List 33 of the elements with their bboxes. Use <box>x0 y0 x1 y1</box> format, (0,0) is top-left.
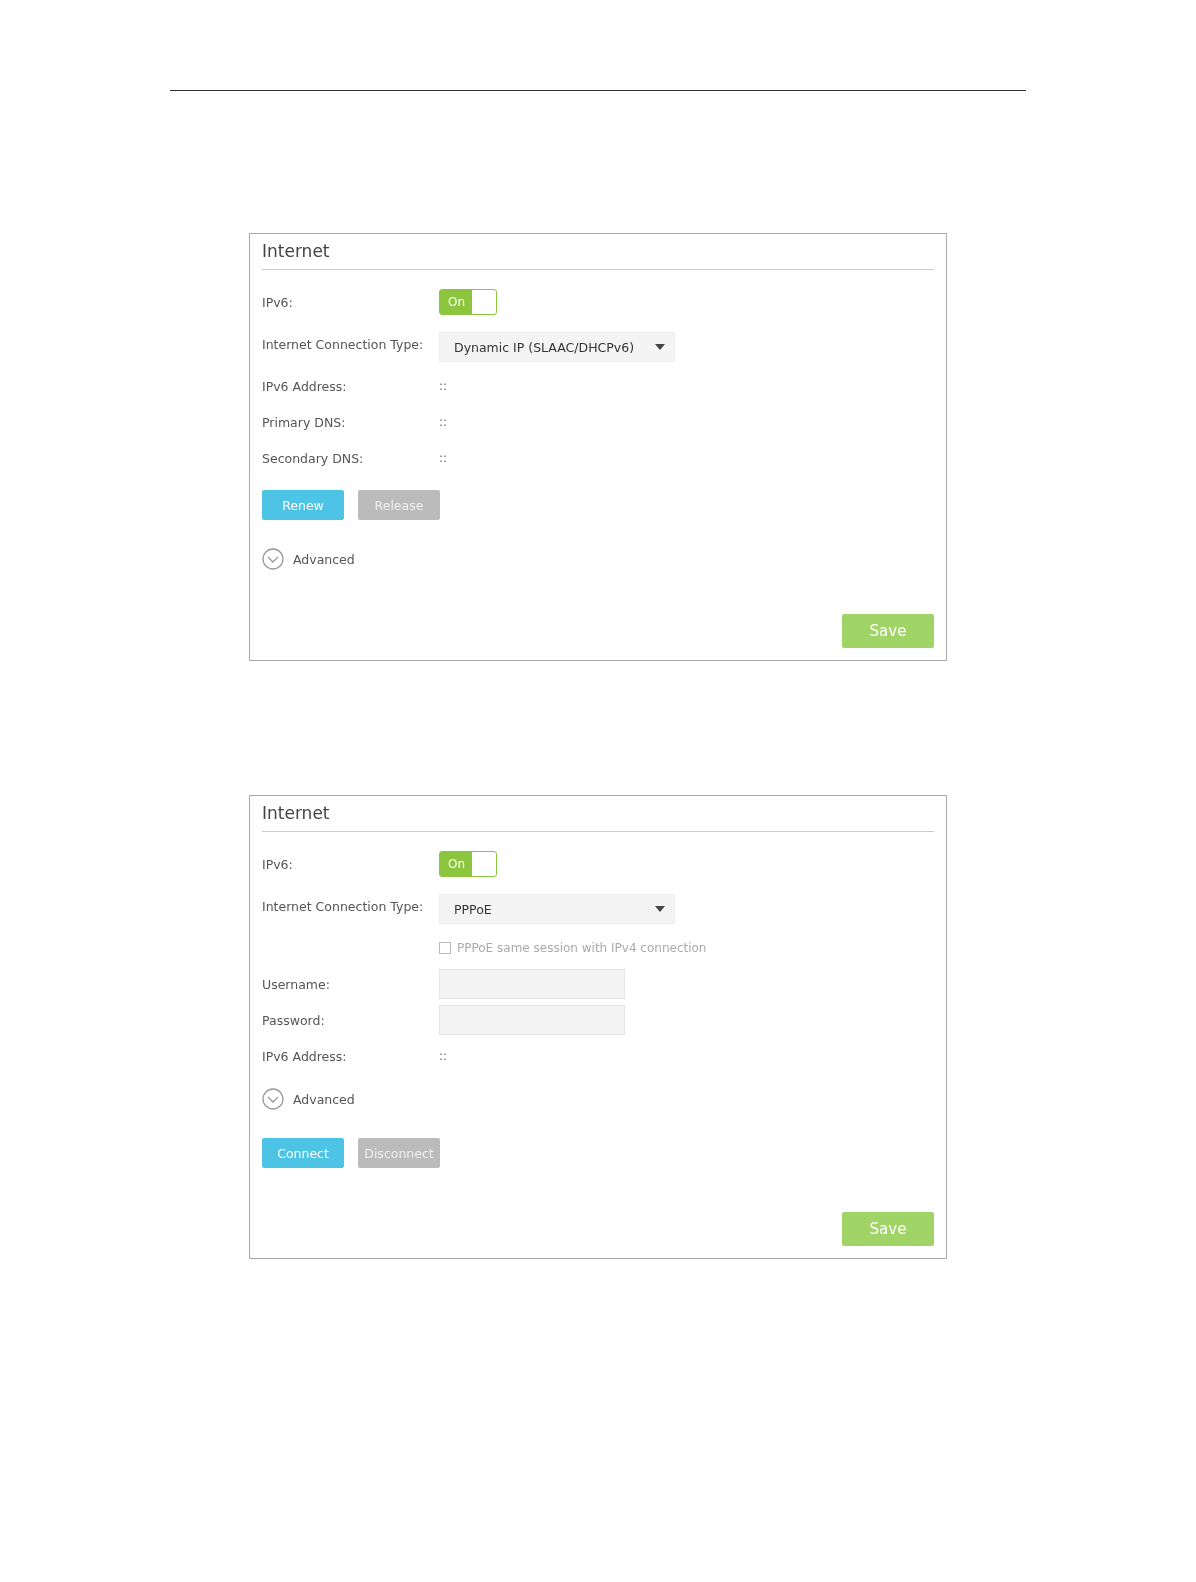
save-button[interactable]: Save <box>842 614 934 648</box>
input-field[interactable] <box>439 969 625 999</box>
field-value: :: <box>439 415 448 429</box>
advanced-link[interactable]: Advanced <box>293 1091 355 1107</box>
field-label: Password: <box>262 1012 326 1028</box>
dropdown[interactable]: Dynamic IP (SLAAC/DHCPv6) <box>439 332 675 362</box>
field-label: Primary DNS: <box>262 414 347 430</box>
chevron-circle-icon[interactable] <box>262 548 284 570</box>
panel-title: Internet <box>262 796 934 832</box>
toggle-switch[interactable]: On <box>439 851 497 877</box>
caret-icon <box>654 343 666 351</box>
dropdown[interactable]: PPPoE <box>439 894 675 924</box>
field-label: Internet Connection Type: <box>262 336 425 352</box>
field-label: Secondary DNS: <box>262 450 365 466</box>
action-button[interactable]: Renew <box>262 490 344 520</box>
field-value: :: <box>439 1049 448 1063</box>
chevron-circle-icon[interactable] <box>262 1088 284 1110</box>
toggle-switch[interactable]: On <box>439 289 497 315</box>
field-label: IPv6 Address: <box>262 1048 348 1064</box>
field-value: :: <box>439 451 448 465</box>
field-label: Internet Connection Type: <box>262 898 425 914</box>
advanced-link[interactable]: Advanced <box>293 551 355 567</box>
field-label: Username: <box>262 976 331 992</box>
field-value: :: <box>439 379 448 393</box>
checkbox-label: PPPoE same session with IPv4 connection <box>457 941 707 955</box>
save-button[interactable]: Save <box>842 1212 934 1246</box>
field-label: IPv6: <box>262 294 294 310</box>
action-button[interactable]: Connect <box>262 1138 344 1168</box>
panel-title: Internet <box>262 234 934 270</box>
field-label: IPv6: <box>262 856 294 872</box>
input-field[interactable] <box>439 1005 625 1035</box>
field-label: IPv6 Address: <box>262 378 348 394</box>
caret-icon <box>654 905 666 913</box>
